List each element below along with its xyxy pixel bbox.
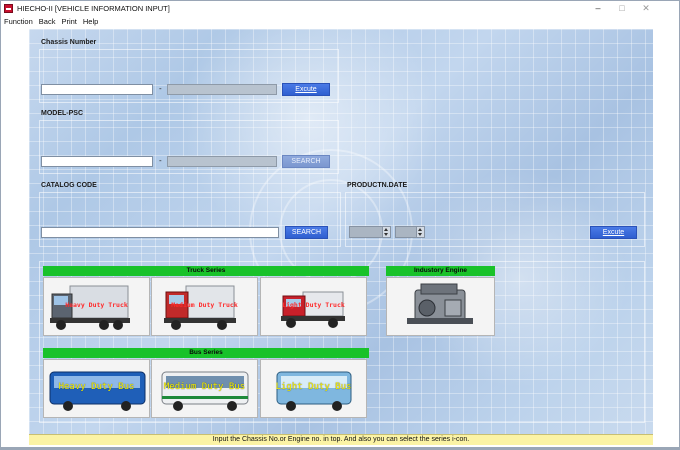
chassis-number-label: Chassis Number [41, 39, 97, 46]
model-psc-label: MODEL-PSC [41, 110, 83, 117]
catalog-code-label: CATALOG CODE [41, 182, 97, 189]
bus-series-header: Bus Series [43, 348, 369, 358]
catalog-input[interactable] [41, 227, 279, 238]
chassis-input-2[interactable] [167, 84, 277, 95]
spinner-arrows-icon[interactable] [382, 227, 390, 237]
bottom-border [1, 447, 679, 449]
medium-duty-bus-tile[interactable]: Medium Duty Bus [151, 359, 258, 418]
light-duty-truck-label: Light Duty Truck [282, 301, 345, 309]
title-bar: HIECHO-II [VEHICLE INFORMATION INPUT] – … [1, 1, 679, 15]
medium-duty-bus-label: Medium Duty Bus [163, 382, 246, 392]
engine-icon [407, 283, 473, 324]
light-duty-bus-tile[interactable]: Light Duty Bus [260, 359, 367, 418]
light-duty-truck-tile[interactable]: Light Duty Truck [260, 277, 367, 336]
model-search-button[interactable]: SEARCH [282, 155, 330, 168]
light-duty-bus-label: Light Duty Bus [275, 382, 352, 392]
heavy-duty-truck-label: Heavy Duty Truck [65, 301, 128, 309]
truck-series-header: Truck Series [43, 266, 369, 276]
minimize-icon[interactable]: – [587, 1, 609, 15]
menu-help[interactable]: Help [80, 17, 101, 26]
spinner-arrows-icon[interactable] [416, 227, 424, 237]
window-title: HIECHO-II [VEHICLE INFORMATION INPUT] [17, 3, 170, 13]
heavy-duty-bus-label: Heavy Duty Bus [58, 382, 135, 392]
model-input-2[interactable] [167, 156, 277, 167]
right-margin [653, 29, 679, 447]
catalog-search-button[interactable]: SEARCH [285, 226, 328, 239]
production-excute-button[interactable]: Excute [590, 226, 637, 239]
chassis-dash: - [159, 84, 162, 93]
menu-bar: Function Back Print Help [1, 15, 679, 28]
medium-duty-truck-label: Medium Duty Truck [171, 301, 238, 309]
chassis-excute-button[interactable]: Excute [282, 83, 330, 96]
main-panel: Chassis Number - Excute MODEL-PSC - SEAR… [29, 29, 653, 437]
industory-engine-header: Industory Engine [386, 266, 495, 276]
menu-back[interactable]: Back [36, 17, 59, 26]
close-icon[interactable]: ✕ [635, 1, 657, 15]
industory-engine-tile[interactable] [386, 277, 495, 336]
model-input-1[interactable] [41, 156, 153, 167]
medium-duty-truck-tile[interactable]: Medium Duty Truck [151, 277, 258, 336]
menu-print[interactable]: Print [58, 17, 79, 26]
menu-function[interactable]: Function [1, 17, 36, 26]
chassis-input-1[interactable] [41, 84, 153, 95]
app-icon [4, 3, 13, 13]
maximize-icon[interactable]: □ [611, 1, 633, 15]
heavy-duty-bus-tile[interactable]: Heavy Duty Bus [43, 359, 150, 418]
status-bar: Input the Chassis No.or Engine no. in to… [29, 434, 653, 445]
production-year-spinner[interactable] [349, 226, 391, 238]
model-dash: - [159, 156, 162, 165]
heavy-duty-truck-tile[interactable]: Heavy Duty Truck [43, 277, 150, 336]
production-date-label: PRODUCTN.DATE [347, 182, 408, 189]
app-window: HIECHO-II [VEHICLE INFORMATION INPUT] – … [0, 0, 680, 450]
left-margin [1, 29, 29, 447]
production-month-spinner[interactable] [395, 226, 425, 238]
